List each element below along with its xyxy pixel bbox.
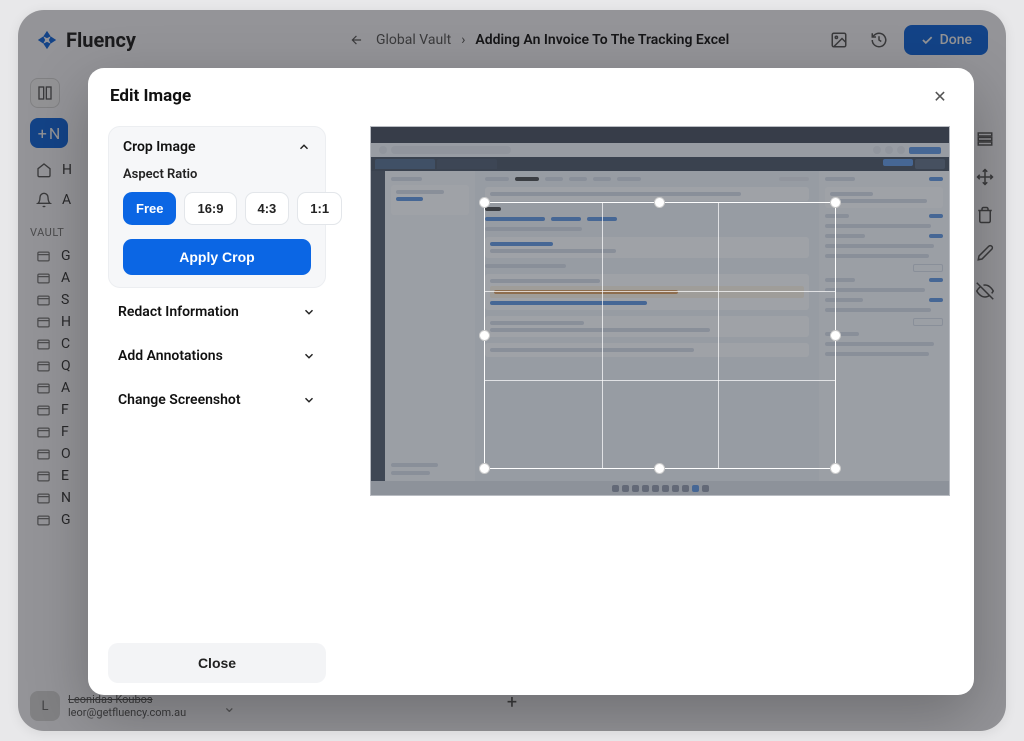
section-redact-information[interactable]: Redact Information <box>114 302 320 322</box>
crop-handle-n[interactable] <box>654 197 665 208</box>
chevron-up-icon <box>297 140 311 154</box>
crop-section: Crop Image Aspect Ratio Free16:94:31:1 A… <box>108 126 326 288</box>
crop-handle-ne[interactable] <box>830 197 841 208</box>
crop-handle-nw[interactable] <box>479 197 490 208</box>
close-button[interactable]: Close <box>108 643 326 683</box>
edit-image-modal: Edit Image ✕ Crop Image Aspect Ratio Fre… <box>88 68 974 695</box>
crop-handle-sw[interactable] <box>479 463 490 474</box>
modal-title: Edit Image <box>110 86 191 106</box>
crop-handle-se[interactable] <box>830 463 841 474</box>
aspect-ratio-4-3[interactable]: 4:3 <box>245 192 290 225</box>
close-icon[interactable]: ✕ <box>928 84 952 108</box>
aspect-ratio-16-9[interactable]: 16:9 <box>184 192 236 225</box>
section-add-annotations[interactable]: Add Annotations <box>114 346 320 366</box>
screenshot-canvas[interactable] <box>370 126 950 496</box>
apply-crop-button[interactable]: Apply Crop <box>123 239 311 275</box>
crop-selection[interactable] <box>484 202 836 469</box>
aspect-ratio-label: Aspect Ratio <box>123 167 311 182</box>
edit-panel: Crop Image Aspect Ratio Free16:94:31:1 A… <box>108 126 326 683</box>
section-change-screenshot[interactable]: Change Screenshot <box>114 390 320 410</box>
crop-handle-w[interactable] <box>479 330 490 341</box>
crop-handle-e[interactable] <box>830 330 841 341</box>
aspect-ratio-free[interactable]: Free <box>123 192 176 225</box>
crop-handle-s[interactable] <box>654 463 665 474</box>
crop-section-toggle[interactable]: Crop Image <box>123 139 311 155</box>
aspect-ratio-1-1[interactable]: 1:1 <box>297 192 342 225</box>
image-preview <box>342 126 954 683</box>
